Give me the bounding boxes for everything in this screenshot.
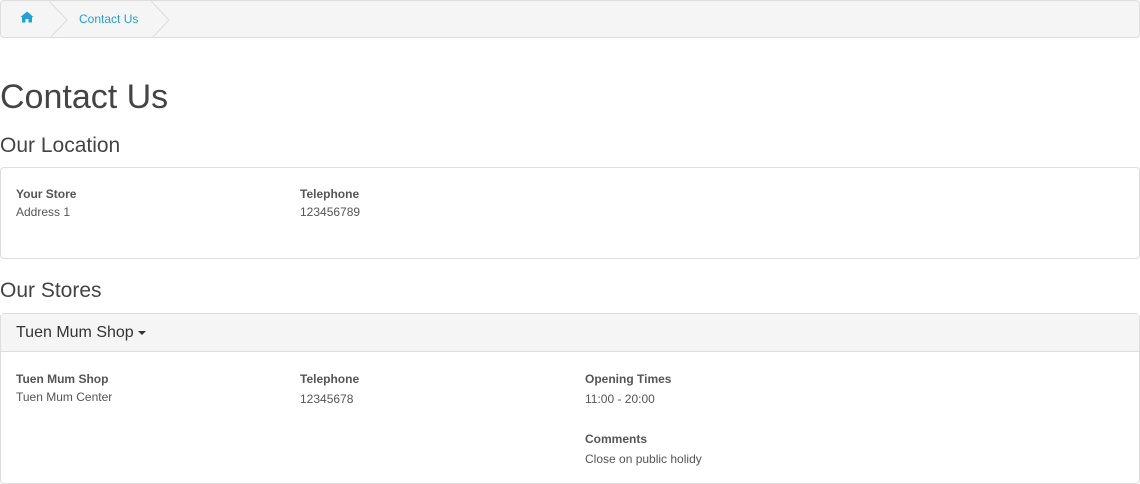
telephone-label: Telephone [300,187,360,201]
location-panel: Your Store Address 1 Telephone 123456789 [0,167,1140,259]
our-stores-heading: Our Stores [0,279,102,302]
opening-times-label: Opening Times [585,372,672,386]
telephone-value: 12345678 [300,392,354,406]
comments-label: Comments [585,432,648,446]
location-address-block: Your Store Address 1 [16,185,76,221]
breadcrumb-home-link[interactable] [1,1,53,37]
telephone-value: 123456789 [300,205,361,219]
our-location-heading: Our Location [0,134,121,157]
breadcrumb: Contact Us [0,0,1140,38]
store-panel-title: Tuen Mum Shop [16,323,134,341]
breadcrumb-item-contact-us[interactable]: Contact Us [53,1,164,37]
caret-down-icon [137,330,146,335]
store-address-block: Tuen Mum Shop Tuen Mum Center [16,370,112,406]
telephone-label: Telephone [300,372,360,386]
store-address: Tuen Mum Center [16,390,113,404]
store-address: Address 1 [16,205,71,219]
breadcrumb-separator [150,1,171,37]
opening-times-value: 11:00 - 20:00 [585,392,655,406]
store-panel-toggle[interactable]: Tuen Mum Shop [1,314,1139,352]
page-title: Contact Us [0,78,169,116]
store-name: Your Store [16,187,77,201]
stores-panel: Tuen Mum Shop Tuen Mum Shop Tuen Mum Cen… [0,313,1140,484]
comments-value: Close on public holidy [585,452,702,466]
store-hours-block: Opening Times 11:00 - 20:00 Comments Clo… [585,370,702,468]
store-telephone-block: Telephone 12345678 [300,370,359,408]
location-telephone-block: Telephone 123456789 [300,185,360,221]
home-icon [20,10,34,28]
store-name: Tuen Mum Shop [16,372,109,386]
